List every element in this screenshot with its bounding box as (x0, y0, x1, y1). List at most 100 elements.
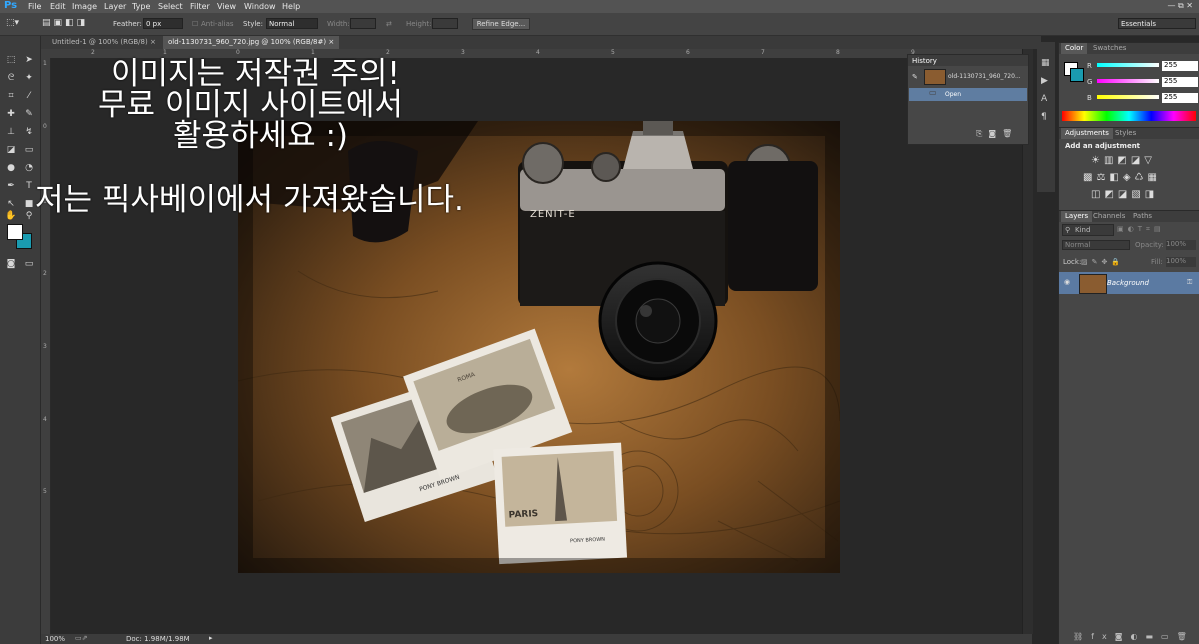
height-input[interactable] (432, 18, 458, 29)
tab-channels[interactable]: Channels (1089, 211, 1129, 222)
g-value[interactable]: 255 (1162, 77, 1198, 87)
width-input[interactable] (350, 18, 376, 29)
hand-tool-icon[interactable]: ✋ (4, 210, 18, 222)
snapshot-label[interactable]: old-1130731_960_720... (948, 73, 1021, 80)
tab-swatches[interactable]: Swatches (1089, 43, 1130, 54)
pen-tool-icon[interactable]: ✒ (4, 180, 18, 192)
tab-old-jpg[interactable]: old-1130731_960_720.jpg @ 100% (RGB/8#) … (163, 36, 340, 49)
history-brush-tool-icon[interactable]: ↯ (22, 126, 36, 138)
b-value[interactable]: 255 (1162, 93, 1198, 103)
refine-edge-button[interactable]: Refine Edge... (472, 18, 530, 30)
eyedropper-tool-icon[interactable]: ⁄ (22, 90, 36, 102)
style-select[interactable]: Normal (266, 18, 318, 29)
actions-dock-icon[interactable]: ▶ (1041, 76, 1048, 86)
menu-bar: Ps File Edit Image Layer Type Select Fil… (0, 0, 1199, 13)
polaroid-paris: PARIS (508, 509, 538, 521)
menu-image[interactable]: Image (72, 2, 97, 11)
quick-mask-icon[interactable]: ◙ (4, 258, 18, 270)
adjustments-panel-tabs: Adjustments Styles (1059, 127, 1199, 139)
overlay-text-line3: 활용하세요 :) (173, 118, 348, 154)
eraser-tool-icon[interactable]: ◪ (4, 144, 18, 156)
blend-mode-select[interactable]: Normal (1062, 240, 1130, 250)
shape-tool-icon[interactable]: ■ (22, 198, 36, 210)
path-selection-tool-icon[interactable]: ↖ (4, 198, 18, 210)
crop-tool-icon[interactable]: ⌗ (4, 90, 18, 102)
blur-tool-icon[interactable]: ● (4, 162, 18, 174)
tab-color[interactable]: Color (1061, 43, 1088, 54)
color-background-swatch[interactable] (1070, 68, 1084, 82)
screen-mode-icon[interactable]: ▭ (22, 258, 36, 270)
history-step-open[interactable]: ▭ Open (909, 88, 1027, 101)
ruler-label: 5 (611, 49, 615, 56)
status-icons[interactable]: ▭⇗ (75, 634, 87, 642)
marquee-preset-icon[interactable]: ⬚▾ (6, 18, 19, 28)
menu-window[interactable]: Window (244, 2, 276, 11)
g-slider[interactable] (1097, 79, 1159, 83)
tab-adjustments[interactable]: Adjustments (1061, 128, 1113, 139)
zoom-level[interactable]: 100% (45, 635, 65, 643)
tab-styles[interactable]: Styles (1111, 128, 1140, 139)
adjustment-icons-row3[interactable]: ◫◩◪▧◨ (1091, 189, 1158, 200)
window-controls[interactable]: — ⧉ ✕ (1167, 1, 1193, 11)
r-value[interactable]: 255 (1162, 61, 1198, 71)
b-slider[interactable] (1097, 95, 1159, 99)
marquee-tool-icon[interactable]: ⬚ (4, 54, 18, 66)
history-action-icons[interactable]: ⎘◙🗑 (976, 129, 1018, 139)
paragraph-dock-icon[interactable]: ¶ (1041, 112, 1047, 122)
tab-label: old-1130731_960_720.jpg @ 100% (RGB/8#) (168, 38, 327, 46)
menu-type[interactable]: Type (132, 2, 150, 11)
menu-view[interactable]: View (217, 2, 236, 11)
layer-row-background[interactable]: ◉ Background ⚿ (1059, 272, 1199, 294)
menu-edit[interactable]: Edit (50, 2, 66, 11)
snapshot-thumbnail[interactable] (924, 69, 946, 85)
swap-icon[interactable]: ⇄ (386, 20, 392, 28)
fill-input[interactable]: 100% (1166, 257, 1196, 267)
layer-action-icons[interactable]: ⛓fx◙◐▬▭🗑 (1073, 632, 1195, 641)
antialias-checkbox[interactable]: ☐ (192, 20, 198, 28)
history-title[interactable]: History (912, 57, 937, 65)
clone-stamp-tool-icon[interactable]: ⊥ (4, 126, 18, 138)
tab-close-icon[interactable]: × (328, 38, 334, 46)
lasso-tool-icon[interactable]: ᘓ (4, 72, 18, 84)
zoom-tool-icon[interactable]: ⚲ (22, 210, 36, 222)
ruler-label: 4 (536, 49, 540, 56)
status-menu-arrow-icon[interactable]: ▸ (209, 634, 213, 642)
adjustment-icons-row1[interactable]: ☀▥◩◪▽ (1091, 155, 1156, 166)
selection-mode-icons[interactable]: ▤▣◧◨ (42, 18, 88, 28)
magic-wand-tool-icon[interactable]: ✦ (22, 72, 36, 84)
channel-b-label: B (1087, 94, 1092, 102)
ruler-label: 6 (686, 49, 690, 56)
feather-input[interactable]: 0 px (143, 18, 183, 29)
tab-untitled[interactable]: Untitled-1 @ 100% (RGB/8) × (47, 36, 161, 49)
brush-tool-icon[interactable]: ✎ (22, 108, 36, 120)
healing-brush-tool-icon[interactable]: ✚ (4, 108, 18, 120)
opacity-input[interactable]: 100% (1166, 240, 1196, 250)
ruler-label: 1 (311, 49, 315, 56)
menu-layer[interactable]: Layer (104, 2, 126, 11)
workspace-select[interactable]: Essentials (1118, 18, 1196, 29)
color-spectrum-bar[interactable] (1062, 111, 1196, 121)
history-dock-icon[interactable]: ▦ (1041, 58, 1050, 68)
visibility-eye-icon[interactable]: ◉ (1064, 278, 1070, 286)
gradient-tool-icon[interactable]: ▭ (22, 144, 36, 156)
tab-paths[interactable]: Paths (1129, 211, 1156, 222)
menu-filter[interactable]: Filter (190, 2, 210, 11)
kind-label: Kind (1075, 226, 1091, 234)
move-tool-icon[interactable]: ➤ (22, 54, 36, 66)
right-panels: Color Swatches R 255 G 255 B 255 Adjustm… (1058, 42, 1199, 644)
tab-layers[interactable]: Layers (1061, 211, 1093, 222)
character-dock-icon[interactable]: A (1041, 94, 1047, 104)
layer-filter-icons[interactable]: ▣◐T⌗▤ (1117, 225, 1165, 234)
adjustment-icons-row2[interactable]: ▩⚖◧◈♺▦ (1083, 172, 1161, 183)
layer-name[interactable]: Background (1107, 279, 1149, 287)
menu-select[interactable]: Select (158, 2, 183, 11)
r-slider[interactable] (1097, 63, 1159, 67)
lock-icons[interactable]: ▨✎✥🔒 (1081, 258, 1124, 266)
menu-help[interactable]: Help (282, 2, 300, 11)
dodge-tool-icon[interactable]: ◔ (22, 162, 36, 174)
history-panel: History ✎ old-1130731_960_720... ▭ Open … (907, 54, 1029, 145)
menu-file[interactable]: File (28, 2, 41, 11)
tab-close-icon[interactable]: × (150, 38, 156, 46)
type-tool-icon[interactable]: T (22, 180, 36, 192)
layer-kind-filter[interactable]: ⚲ Kind (1062, 224, 1114, 236)
